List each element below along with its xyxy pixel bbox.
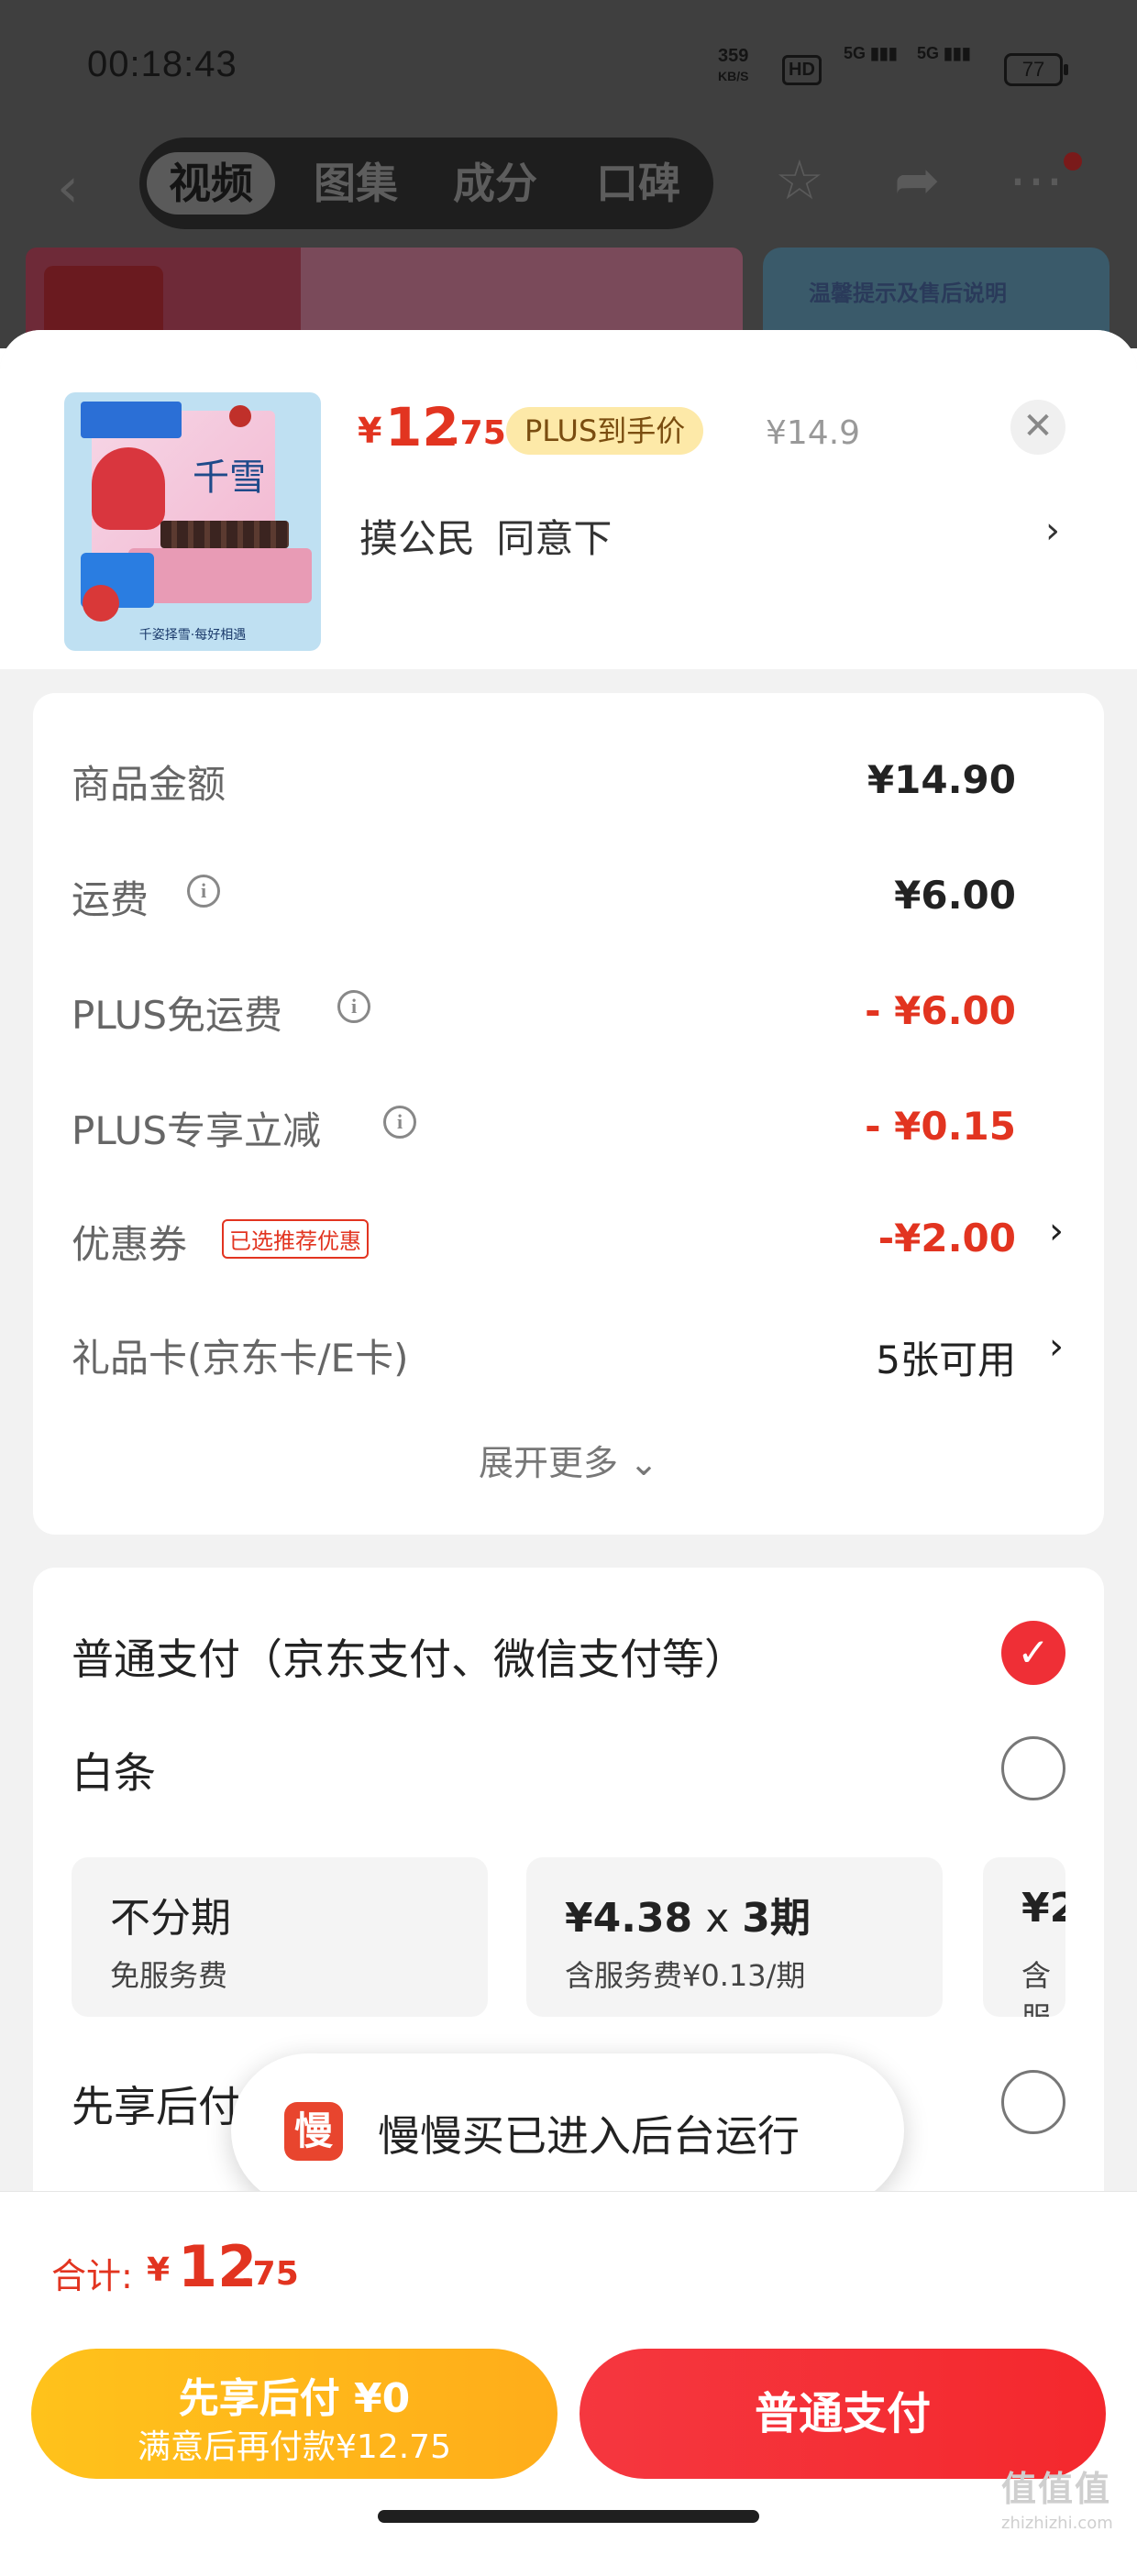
plus-price-badge: PLUS到手价 (506, 407, 704, 455)
notice-title: 温馨提示及售后说明 (809, 281, 1007, 306)
tab-ingredients[interactable]: 成分 (453, 152, 537, 215)
coupon-selected-tag: 已选推荐优惠 (222, 1219, 369, 1259)
watermark-url: zhizhizhi.com (1001, 2514, 1113, 2533)
baitiao-label[interactable]: 白条 (72, 1740, 156, 1800)
normal-pay-button[interactable]: 普通支付 (580, 2349, 1106, 2479)
share-icon[interactable]: ➦ (894, 149, 940, 213)
chevron-down-icon: ⌄ (629, 1443, 658, 1483)
total-decimal: .75 (240, 2255, 299, 2293)
plan-subtitle: 含服 (1021, 1958, 1052, 2017)
watermark: 值值值 (1001, 2469, 1112, 2509)
net-speed: 359 KB/S (718, 46, 749, 83)
plan-title: ¥4.38 x 3期 (565, 1895, 811, 1942)
pay-later-subtitle: 满意后再付款¥12.75 (138, 2428, 451, 2466)
price-symbol: ¥ (358, 411, 382, 451)
goods-amount-value: ¥14.90 (867, 757, 1016, 802)
info-icon[interactable]: i (383, 1106, 416, 1139)
chevron-right-icon[interactable]: › (1049, 1210, 1064, 1252)
signal-5g-icon-2: 5G ▮▮▮ (917, 44, 971, 62)
close-icon[interactable]: ✕ (1010, 400, 1065, 455)
gift-card-value[interactable]: 5张可用 (876, 1329, 1016, 1385)
info-icon[interactable]: i (337, 990, 370, 1023)
shipping-label: 运费 (72, 877, 149, 922)
plus-discount-label: PLUS专享立减 (72, 1108, 322, 1153)
status-bar: 00:18:43 359 KB/S HD 5G ▮▮▮ 5G ▮▮▮ 77 (0, 0, 1137, 138)
pay-later-button[interactable]: 先享后付 ¥0 满意后再付款¥12.75 (31, 2349, 557, 2479)
unchecked-radio[interactable] (1001, 2070, 1065, 2134)
thumbnail-title: 千雪 (193, 457, 266, 499)
back-icon[interactable]: ‹ (57, 156, 79, 220)
plus-free-shipping-label: PLUS免运费 (72, 993, 283, 1038)
original-price: ¥14.9 (766, 414, 861, 452)
chevron-right-icon[interactable]: › (1049, 1326, 1064, 1368)
plan-title: 不分期 (110, 1895, 231, 1942)
plan-title: ¥2 (1021, 1885, 1065, 1932)
gift-card-label: 礼品卡(京东卡/E卡) (72, 1336, 409, 1381)
product-thumbnail: 千雪 千姿择雪·每好相遇 (64, 392, 321, 651)
tab-video[interactable]: 视频 (147, 152, 275, 215)
pay-later-title: 先享后付 ¥0 (178, 2375, 411, 2422)
tab-gallery[interactable]: 图集 (314, 152, 398, 215)
installment-plan[interactable]: ¥2 含服 (983, 1857, 1065, 2017)
price-decimal: .75 (447, 414, 506, 452)
coupon-label: 优惠券 (72, 1222, 188, 1267)
home-indicator[interactable] (378, 2510, 759, 2523)
status-time: 00:18:43 (87, 44, 237, 84)
plus-free-shipping-value: - ¥6.00 (865, 988, 1016, 1033)
expand-more-button[interactable]: 展开更多 ⌄ (0, 1435, 1137, 1485)
plan-subtitle: 免服务费 (110, 1958, 228, 1993)
product-spec[interactable]: 摸公民 同意下 (359, 508, 612, 564)
notification-dot (1064, 152, 1082, 171)
chevron-right-icon[interactable]: › (1045, 510, 1060, 552)
signal-5g-icon: 5G ▮▮▮ (844, 44, 898, 62)
toast-text: 慢慢买已进入后台运行 (378, 2111, 800, 2161)
coupon-value[interactable]: -¥2.00 (878, 1216, 1016, 1260)
tab-reviews[interactable]: 口碑 (596, 152, 680, 215)
plan-subtitle: 含服务费¥0.13/期 (565, 1958, 806, 1993)
media-tab-bar: 视频 图集 成分 口碑 (139, 138, 713, 229)
hd-icon: HD (782, 55, 822, 85)
background-running-toast: 慢 慢慢买已进入后台运行 (231, 2053, 904, 2207)
normal-payment-label[interactable]: 普通支付（京东支付、微信支付等） (72, 1626, 746, 1687)
goods-amount-label: 商品金额 (72, 762, 226, 807)
installment-plan[interactable]: ¥4.38 x 3期 含服务费¥0.13/期 (526, 1857, 943, 2017)
pay-later-label[interactable]: 先享后付 (72, 2074, 240, 2134)
checked-icon[interactable]: ✓ (1001, 1621, 1065, 1685)
plus-discount-value: - ¥0.15 (865, 1104, 1016, 1149)
installment-plan[interactable]: 不分期 免服务费 (72, 1857, 488, 2017)
battery-icon: 77 (1004, 53, 1068, 86)
favorite-star-icon[interactable]: ☆ (775, 149, 824, 213)
shipping-value: ¥6.00 (894, 873, 1016, 918)
thumbnail-caption: 千姿择雪·每好相遇 (138, 628, 247, 643)
app-icon: 慢 (284, 2102, 343, 2161)
total-bar (0, 2191, 1137, 2339)
total-label: 合计: (51, 2256, 133, 2296)
total-symbol: ¥ (147, 2251, 171, 2289)
unchecked-radio[interactable] (1001, 1736, 1065, 1800)
more-icon[interactable]: ⋯ (1009, 149, 1064, 213)
info-icon[interactable]: i (187, 875, 220, 908)
